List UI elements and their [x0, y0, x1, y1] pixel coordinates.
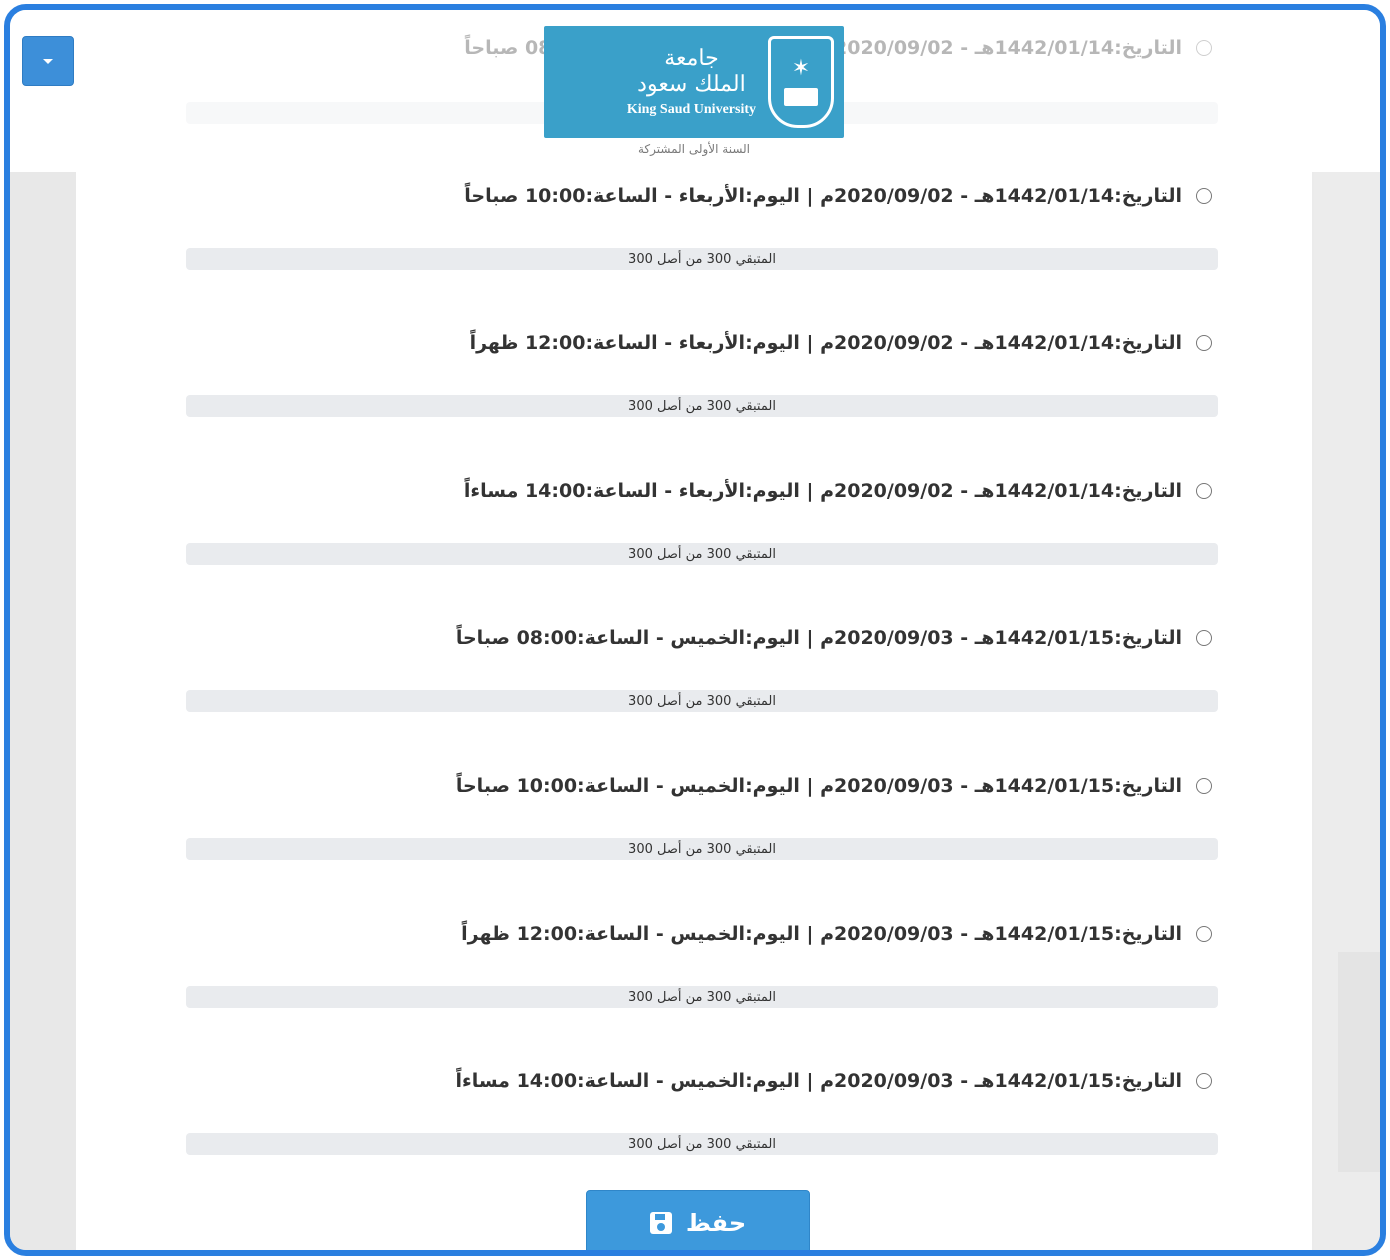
option-label: التاريخ:1442/01/14هـ - 2020/09/02م | الي…: [469, 332, 1182, 354]
radio-unchecked-icon: [1196, 40, 1212, 56]
logo-arabic-line1: جامعة: [664, 46, 719, 71]
save-button-label: حفظ: [685, 1209, 747, 1237]
option-6[interactable]: التاريخ:1442/01/15هـ - 2020/09/03م | الي…: [461, 914, 1212, 954]
option-label: التاريخ:1442/01/14هـ - 2020/09/02م | الي…: [464, 185, 1182, 207]
left-gutter: [10, 172, 76, 1250]
radio-unchecked-icon[interactable]: [1196, 778, 1212, 794]
radio-unchecked-icon[interactable]: [1196, 483, 1212, 499]
right-gutter: [1314, 172, 1380, 1250]
option-3[interactable]: التاريخ:1442/01/14هـ - 2020/09/02م | الي…: [464, 471, 1212, 511]
caret-down-icon: [43, 58, 53, 64]
option-7[interactable]: التاريخ:1442/01/15هـ - 2020/09/03م | الي…: [455, 1061, 1212, 1101]
remaining-text: المتبقي 300 من أصل 300: [628, 989, 776, 1005]
radio-unchecked-icon[interactable]: [1196, 1073, 1212, 1089]
option-label: التاريخ:1442/01/15هـ - 2020/09/03م | الي…: [455, 1070, 1182, 1092]
logo-text: جامعة الملك سعود King Saud University: [627, 46, 756, 118]
menu-toggle-button[interactable]: [22, 36, 74, 86]
remaining-bar: المتبقي 300 من أصل 300: [186, 838, 1218, 860]
option-label: التاريخ:1442/01/15هـ - 2020/09/03م | الي…: [461, 923, 1182, 945]
booking-form: التاريخ:1442/01/14هـ - 2020/09/02م | الي…: [76, 10, 1312, 1250]
remaining-text: المتبقي 300 من أصل 300: [628, 398, 776, 414]
logo-subtitle: السنة الأولى المشتركة: [637, 142, 751, 156]
remaining-text: المتبقي 300 من أصل 300: [628, 546, 776, 562]
remaining-text: المتبقي 300 من أصل 300: [628, 1136, 776, 1152]
remaining-bar: المتبقي 300 من أصل 300: [186, 248, 1218, 270]
logo-english: King Saud University: [626, 102, 756, 117]
option-label: التاريخ:1442/01/15هـ - 2020/09/03م | الي…: [455, 775, 1182, 797]
radio-unchecked-icon[interactable]: [1196, 188, 1212, 204]
option-label: التاريخ:1442/01/14هـ - 2020/09/02م | الي…: [463, 480, 1182, 502]
remaining-bar: المتبقي 300 من أصل 300: [186, 395, 1218, 417]
screenshot-frame: التاريخ:1442/01/14هـ - 2020/09/02م | الي…: [4, 4, 1386, 1256]
save-button[interactable]: حفظ: [586, 1190, 810, 1250]
gutter-shade: [1338, 952, 1380, 1172]
option-5[interactable]: التاريخ:1442/01/15هـ - 2020/09/03م | الي…: [456, 766, 1212, 806]
option-1[interactable]: التاريخ:1442/01/14هـ - 2020/09/02م | الي…: [464, 176, 1212, 216]
remaining-bar: المتبقي 300 من أصل 300: [186, 1133, 1218, 1155]
radio-unchecked-icon[interactable]: [1196, 335, 1212, 351]
remaining-bar: المتبقي 300 من أصل 300: [186, 543, 1218, 565]
remaining-bar: المتبقي 300 من أصل 300: [186, 986, 1218, 1008]
option-label: التاريخ:1442/01/15هـ - 2020/09/03م | الي…: [455, 627, 1182, 649]
radio-unchecked-icon[interactable]: [1196, 926, 1212, 942]
remaining-text: المتبقي 300 من أصل 300: [628, 841, 776, 857]
floppy-disk-icon: [649, 1212, 672, 1234]
ksu-logo: ✶ جامعة الملك سعود King Saud University: [544, 26, 844, 138]
ksu-seal-icon: ✶: [768, 36, 834, 128]
logo-arabic-line2: الملك سعود: [637, 72, 746, 97]
option-2[interactable]: التاريخ:1442/01/14هـ - 2020/09/02م | الي…: [470, 323, 1212, 363]
remaining-bar: المتبقي 300 من أصل 300: [186, 690, 1218, 712]
radio-unchecked-icon[interactable]: [1196, 630, 1212, 646]
remaining-text: المتبقي 300 من أصل 300: [628, 693, 776, 709]
remaining-text: المتبقي 300 من أصل 300: [628, 251, 776, 267]
option-4[interactable]: التاريخ:1442/01/15هـ - 2020/09/03م | الي…: [456, 618, 1212, 658]
